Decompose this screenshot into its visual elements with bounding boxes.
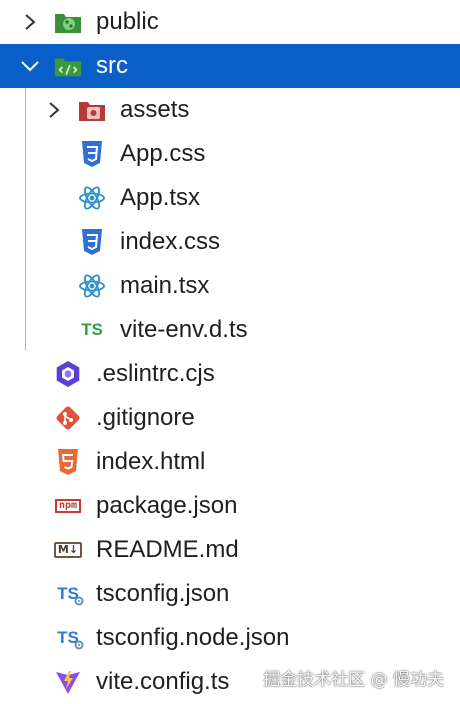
ts-icon: TS (81, 320, 103, 339)
chevron-down-icon[interactable] (18, 54, 42, 78)
tree-item-label: index.css (120, 228, 221, 255)
npm-icon: npm (52, 492, 84, 520)
tree-item-label: public (96, 8, 159, 35)
tree-item-index-html[interactable]: index.html (0, 440, 460, 484)
html5-icon (54, 448, 82, 476)
markdown-icon-text: M↓ (53, 542, 83, 558)
tree-item-readme[interactable]: M↓ README.md (0, 528, 460, 572)
tree-item-index-css[interactable]: index.css (0, 220, 460, 264)
watermark: 掘金技术社区 @ 慢功夫 (263, 670, 444, 690)
tree-item-src[interactable]: src (0, 44, 460, 88)
tsconfig-icon: TS (52, 580, 84, 608)
tree-item-eslintrc[interactable]: .eslintrc.cjs (0, 352, 460, 396)
vite-icon (54, 668, 82, 696)
git-icon (54, 404, 82, 432)
tree-item-label: vite-env.d.ts (120, 316, 248, 343)
css-icon (78, 140, 106, 168)
npm-icon-text: npm (54, 499, 82, 513)
tree-item-label: assets (120, 96, 190, 123)
tree-item-gitignore[interactable]: .gitignore (0, 396, 460, 440)
tree-item-label: src (96, 52, 128, 79)
chevron-right-icon[interactable] (42, 98, 66, 122)
tree-item-app-tsx[interactable]: App.tsx (0, 176, 460, 220)
assets-folder-icon (78, 96, 106, 124)
tree-item-vite-env-d-ts[interactable]: TS vite-env.d.ts (0, 308, 460, 352)
indent-guide (25, 88, 26, 350)
tree-item-label: App.css (120, 140, 206, 167)
tree-item-assets[interactable]: assets (0, 88, 460, 132)
tree-item-tsconfig-json[interactable]: TS tsconfig.json (0, 572, 460, 616)
markdown-icon: M↓ (52, 536, 84, 564)
css-icon (78, 228, 106, 256)
tree-item-label: package.json (96, 492, 238, 519)
tree-item-label: App.tsx (120, 184, 201, 211)
eslint-icon (54, 360, 82, 388)
src-folder-icon (54, 52, 82, 80)
react-icon (78, 184, 106, 212)
tree-item-label: tsconfig.json (96, 580, 230, 607)
tree-item-label: vite.config.ts (96, 668, 230, 695)
tree-item-label: tsconfig.node.json (96, 624, 290, 651)
chevron-right-icon[interactable] (18, 10, 42, 34)
tree-item-app-css[interactable]: App.css (0, 132, 460, 176)
tree-item-main-tsx[interactable]: main.tsx (0, 264, 460, 308)
tree-item-public[interactable]: public (0, 0, 460, 44)
tree-item-package-json[interactable]: npm package.json (0, 484, 460, 528)
tree-item-label: index.html (96, 448, 206, 475)
public-folder-icon (54, 8, 82, 36)
tsconfig-icon: TS (52, 624, 84, 652)
tree-item-label: .eslintrc.cjs (96, 360, 215, 387)
tree-item-label: main.tsx (120, 272, 210, 299)
tree-item-label: .gitignore (96, 404, 195, 431)
react-icon (78, 272, 106, 300)
tree-item-label: README.md (96, 536, 239, 563)
tree-item-tsconfig-node-json[interactable]: TS tsconfig.node.json (0, 616, 460, 660)
